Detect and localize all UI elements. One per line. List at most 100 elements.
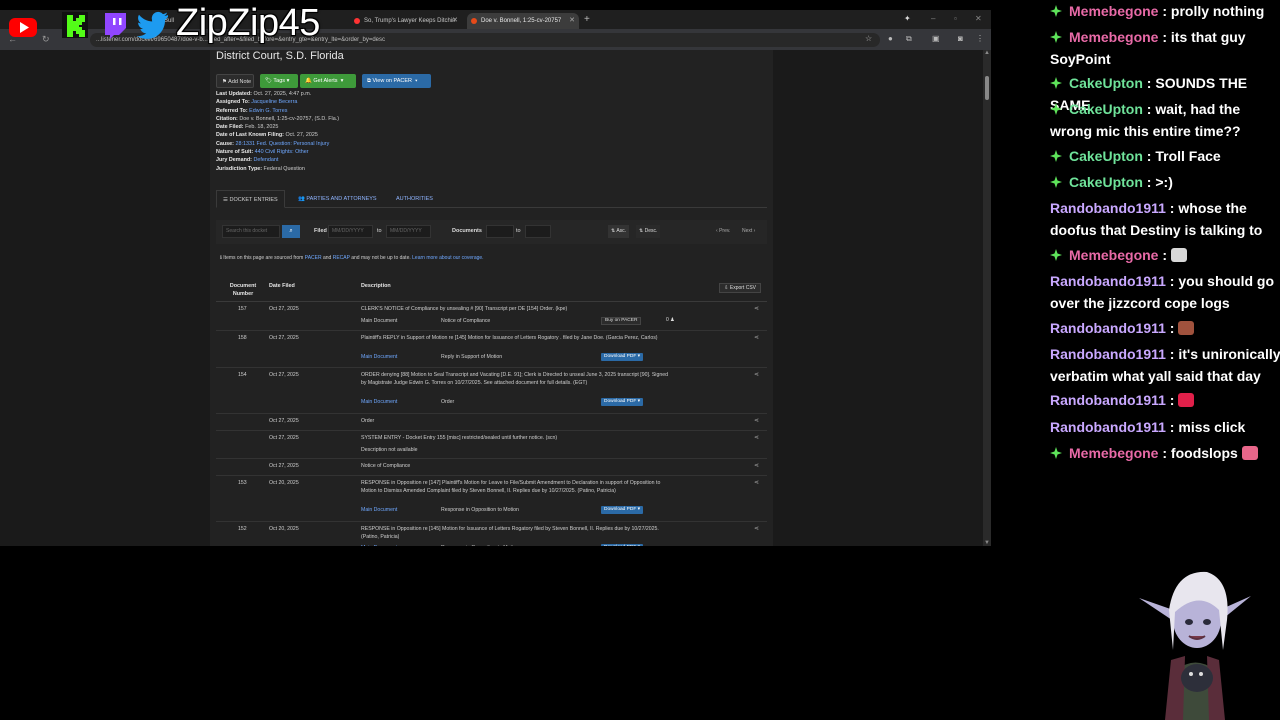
docket-entry-row: Oct 27, 2025 Notice of Compliance ⋖ — [216, 459, 767, 476]
documents-label: Documents — [452, 228, 482, 234]
main-document-link[interactable]: Main Document — [361, 545, 397, 546]
sort-desc-button[interactable]: ⇅ Desc. — [636, 225, 661, 238]
main-document-link[interactable]: Main Document — [361, 507, 397, 513]
doc-to-field[interactable] — [525, 225, 551, 238]
profile-icon[interactable]: ◙ — [958, 35, 963, 43]
entry-date: Oct 27, 2025 — [269, 435, 299, 441]
meta-row: Cause: 28:1331 Fed. Question: Personal I… — [216, 140, 616, 148]
meta-label: Citation: — [216, 115, 238, 122]
chat-message: Randobando1911 : whose the doofus that D… — [1050, 200, 1263, 238]
reload-icon[interactable]: ↻ — [42, 34, 50, 45]
twitter-icon — [137, 11, 168, 39]
meta-value[interactable]: Defendant — [253, 157, 278, 163]
entry-description: RESPONSE in Opposition re [147] Plaintif… — [361, 480, 661, 494]
sparkle-badge-icon — [1050, 31, 1062, 43]
share-icon[interactable]: ⋖ — [754, 525, 759, 532]
coverage-link[interactable]: Learn more about our coverage. — [412, 255, 483, 261]
pacer-link[interactable]: PACER — [305, 255, 322, 261]
date-from-field[interactable]: MM/DD/YYYY — [328, 225, 373, 238]
menu-icon[interactable]: ⋮ — [976, 35, 984, 43]
chat-username[interactable]: Randobando1911 — [1050, 346, 1166, 362]
entry-date: Oct 27, 2025 — [269, 335, 299, 341]
buy-on-pacer-button[interactable]: Buy on PACER — [601, 316, 642, 325]
tab-docket-entries[interactable]: ☰ DOCKET ENTRIES — [216, 190, 285, 208]
chat-username[interactable]: Memebegone — [1069, 445, 1158, 461]
entry-date: Oct 27, 2025 — [269, 418, 299, 424]
chat-message: Memebegone : its that guy SoyPoint — [1050, 29, 1246, 67]
sort-asc-button[interactable]: ⇅ Asc. — [608, 225, 630, 238]
chat-username[interactable]: CakeUpton — [1069, 101, 1143, 117]
export-csv-button[interactable]: ⇩ Export CSV — [719, 283, 761, 293]
main-document-link[interactable]: Main Document — [361, 399, 397, 405]
share-icon[interactable]: ⋖ — [754, 305, 759, 312]
sparkle-badge-icon — [1050, 249, 1062, 261]
puzzle-icon[interactable]: ⧉ — [906, 35, 912, 43]
recap-link[interactable]: RECAP — [333, 255, 350, 261]
bookmark-star-icon[interactable]: ☆ — [865, 35, 872, 43]
chat-username[interactable]: Randobando1911 — [1050, 200, 1166, 216]
extension-icon[interactable]: ✦ — [904, 14, 911, 23]
page-scrollbar[interactable]: ▲ ▼ — [983, 50, 991, 546]
chat-username[interactable]: Randobando1911 — [1050, 392, 1166, 408]
chat-username[interactable]: Memebegone — [1069, 247, 1158, 263]
download-pdf-button[interactable]: Download PDF ▾ — [601, 397, 644, 406]
view-on-pacer-button[interactable]: ⧉ View on PACER ▾ — [362, 74, 431, 88]
download-pdf-button[interactable]: Download PDF ▾ — [601, 505, 644, 514]
sparkle-badge-icon — [1050, 77, 1062, 89]
share-icon[interactable]: ⋖ — [754, 334, 759, 341]
chat-username[interactable]: Randobando1911 — [1050, 320, 1166, 336]
tab-docket[interactable]: Doe v. Bonnell, 1:25-cv-20757 ✕ — [467, 13, 579, 29]
chat-username[interactable]: CakeUpton — [1069, 148, 1143, 164]
chat-username[interactable]: CakeUpton — [1069, 75, 1143, 91]
search-button[interactable]: ⌕ — [282, 225, 300, 238]
entry-note: Description not available — [361, 446, 418, 453]
docket-search-input[interactable]: Search this docket — [222, 225, 280, 238]
prev-page-button[interactable]: ‹ Prev. — [716, 225, 730, 238]
share-icon[interactable]: ⋖ — [754, 462, 759, 469]
download-pdf-button[interactable]: Download PDF ▾ — [601, 353, 644, 361]
add-note-button[interactable]: ⚑ Add Note — [216, 74, 254, 88]
extension-icon[interactable]: ● — [888, 35, 893, 43]
doc-from-field[interactable] — [486, 225, 514, 238]
main-document-link[interactable]: Main Document — [361, 354, 397, 360]
chat-username[interactable]: Randobando1911 — [1050, 419, 1166, 435]
maximize-icon[interactable]: ▫ — [954, 14, 957, 23]
chat-text: miss click — [1178, 419, 1246, 435]
docket-entry-row: 157 Oct 27, 2025 CLERK'S NOTICE of Complia… — [216, 302, 767, 331]
next-page-button[interactable]: Next › — [742, 225, 755, 238]
window-close-icon[interactable]: ✕ — [975, 14, 982, 23]
sidepanel-icon[interactable]: ▣ — [932, 35, 940, 43]
tab-authorities[interactable]: AUTHORITIES — [390, 190, 439, 208]
tab-parties-attorneys[interactable]: 👥 PARTIES AND ATTORNEYS — [292, 190, 383, 208]
minimize-icon[interactable]: – — [931, 14, 935, 23]
get-alerts-button[interactable]: 🔔 Get Alerts ▾ — [300, 74, 356, 88]
tab-youtube-video[interactable]: So, Trump's Lawyer Keeps Ditchin ✕ — [350, 13, 462, 29]
meta-value[interactable]: 440 Civil Rights: Other — [255, 149, 309, 155]
col-document-number: Document Number — [229, 283, 257, 297]
meta-value[interactable]: Edwin G. Torres — [249, 108, 287, 114]
chat-username[interactable]: Memebegone — [1069, 3, 1158, 19]
chat-message: Randobando1911 : miss click — [1050, 419, 1246, 435]
chat-username[interactable]: CakeUpton — [1069, 174, 1143, 190]
download-pdf-button[interactable]: Download PDF ▾ — [601, 544, 644, 546]
col-description: Description — [361, 283, 391, 289]
scroll-up-icon[interactable]: ▲ — [984, 50, 990, 56]
close-icon[interactable]: ✕ — [569, 13, 575, 29]
tags-button[interactable]: 🏷 Tags ▾ — [260, 74, 298, 88]
scroll-down-icon[interactable]: ▼ — [984, 540, 990, 546]
chat-username[interactable]: Randobando1911 — [1050, 273, 1166, 289]
purchase-count: 0 ♟ — [666, 316, 675, 323]
entry-description: SYSTEM ENTRY - Docket Entry 155 [misc] r… — [361, 435, 558, 441]
chat-username[interactable]: Memebegone — [1069, 29, 1158, 45]
new-tab-icon[interactable]: + — [584, 13, 590, 27]
share-icon[interactable]: ⋖ — [754, 434, 759, 441]
meta-value[interactable]: 28:1331 Fed. Question: Personal Injury — [235, 141, 329, 147]
meta-value[interactable]: Jacqueline Becerra — [251, 99, 297, 105]
scrollbar-thumb[interactable] — [985, 76, 989, 100]
share-icon[interactable]: ⋖ — [754, 479, 759, 486]
close-icon[interactable]: ✕ — [452, 13, 458, 29]
share-icon[interactable]: ⋖ — [754, 417, 759, 424]
date-to-field[interactable]: MM/DD/YYYY — [386, 225, 431, 238]
chat-emote-icon — [1241, 446, 1258, 460]
share-icon[interactable]: ⋖ — [754, 371, 759, 378]
